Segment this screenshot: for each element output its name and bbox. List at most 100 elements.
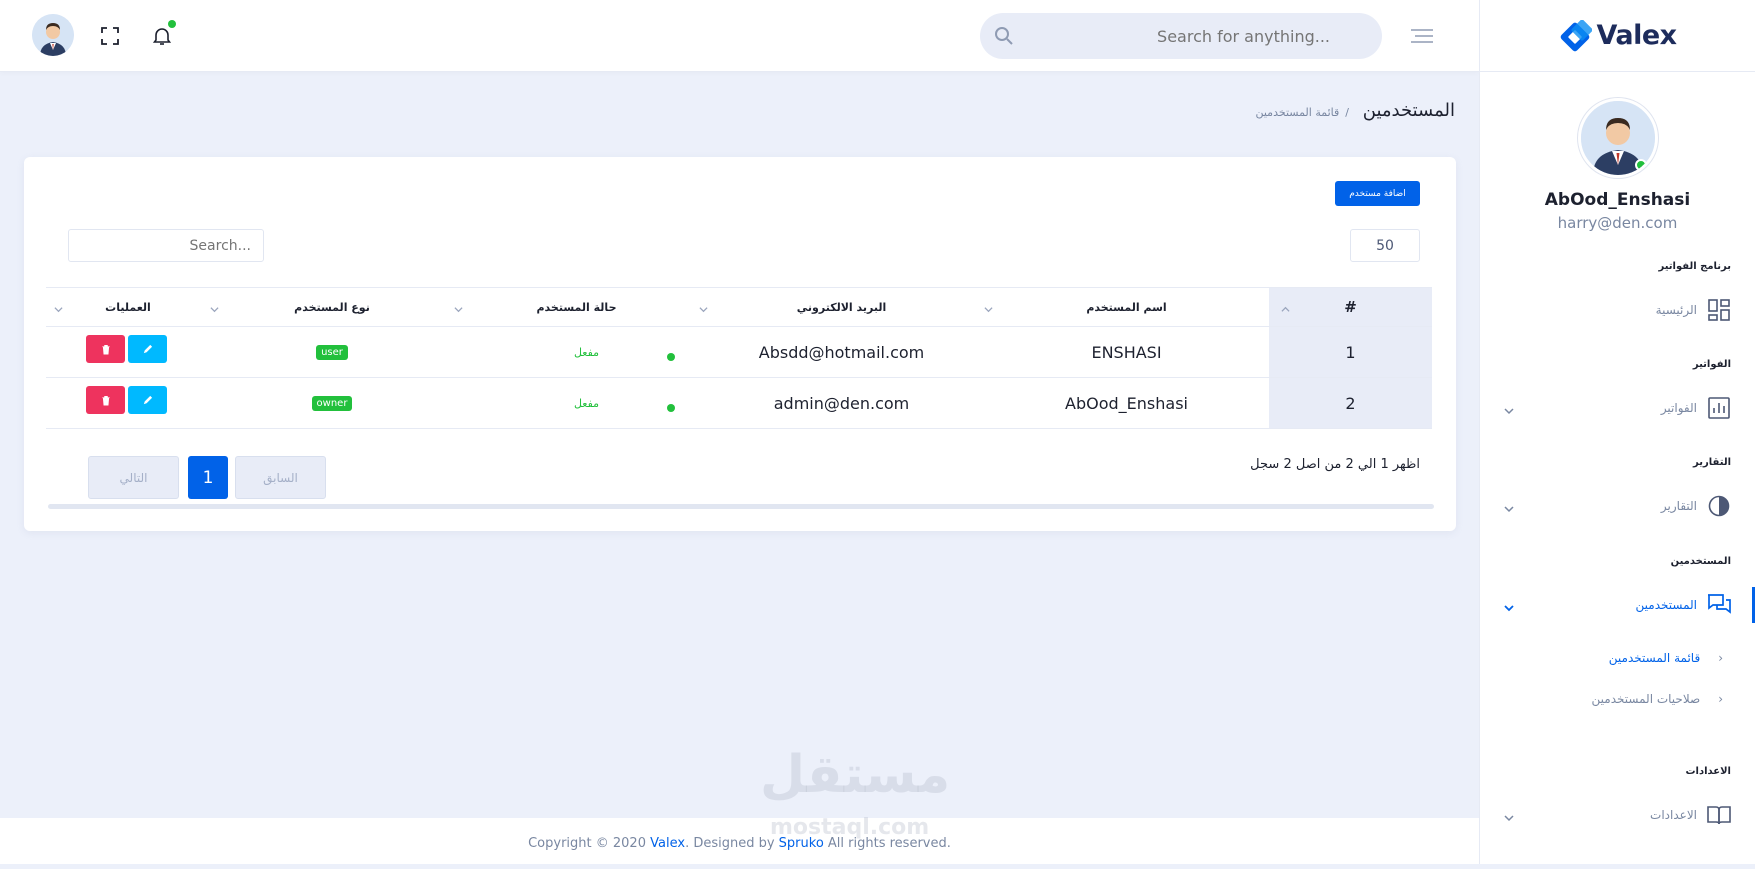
nav-category-invoices: الفواتير — [1692, 359, 1731, 370]
status-label: مفعل — [573, 345, 600, 359]
nav-label-home: الرئيسية — [1655, 303, 1697, 317]
breadcrumb: / قائمة المستخدمين — [1255, 106, 1349, 119]
edit-button[interactable] — [128, 386, 167, 414]
column-header-type-label: نوع المستخدم — [294, 300, 370, 314]
nav-item-home[interactable]: الرئيسية — [1479, 290, 1755, 330]
brand-name: Valex — [1596, 20, 1677, 51]
chevron-down-icon — [210, 304, 219, 313]
nav-item-users[interactable]: المستخدمين — [1479, 585, 1755, 625]
nav-label-reports: التقارير — [1660, 499, 1697, 513]
menu-icon[interactable] — [1411, 28, 1433, 44]
trash-icon — [101, 395, 110, 405]
global-search-input[interactable] — [1030, 13, 1330, 59]
users-table: # اسم المستخدم البريد الالكتروني حالة ال… — [46, 287, 1432, 429]
breadcrumb-current[interactable]: قائمة المستخدمين — [1255, 106, 1339, 119]
column-header-type[interactable]: نوع المستخدم — [210, 288, 454, 326]
column-header-index[interactable]: # — [1269, 288, 1432, 326]
dashboard-icon — [1707, 298, 1731, 322]
chat-icon — [1707, 593, 1731, 617]
column-header-status[interactable]: حالة المستخدم — [454, 288, 699, 326]
online-indicator — [1634, 159, 1647, 171]
cell-email: admin@den.com — [773, 393, 910, 413]
pencil-icon — [143, 395, 153, 404]
cell-status: مفعل — [454, 327, 699, 377]
breadcrumb-separator: / — [1345, 106, 1349, 119]
table-search-input[interactable] — [68, 229, 264, 262]
edit-button[interactable] — [128, 335, 167, 363]
fullscreen-icon[interactable] — [98, 24, 122, 48]
sub-item-users-list-label: قائمة المستخدمين — [1608, 651, 1701, 665]
trash-icon — [101, 344, 110, 354]
column-header-name[interactable]: اسم المستخدم — [984, 288, 1269, 326]
table-horizontal-scrollbar[interactable] — [48, 504, 1434, 509]
header-avatar[interactable] — [32, 14, 74, 56]
column-header-email-label: البريد الالكتروني — [796, 300, 887, 314]
brand-logo[interactable]: Valex — [1480, 0, 1755, 72]
delete-button[interactable] — [86, 335, 125, 363]
user-type-badge: owner — [311, 395, 353, 411]
status-label: مفعل — [573, 396, 600, 410]
nav-label-users: المستخدمين — [1635, 598, 1697, 612]
nav-item-reports[interactable]: التقارير — [1479, 486, 1755, 526]
users-card: اضافة مستخدم # اسم المستخدم البريد الالك… — [24, 157, 1456, 531]
column-header-actions-label: العمليات — [105, 300, 151, 314]
profile-avatar[interactable] — [1577, 98, 1658, 178]
chevron-down-icon — [1503, 402, 1515, 415]
cell-type: owner — [210, 378, 454, 428]
delete-button[interactable] — [86, 386, 125, 414]
cell-index: 2 — [1269, 378, 1432, 428]
chevron-down-icon — [1503, 500, 1515, 513]
page-length-select[interactable] — [1350, 229, 1420, 262]
chevron-down-icon — [1503, 599, 1515, 612]
nav-category-reports: التقارير — [1693, 457, 1731, 468]
cell-name: AbOod_Enshasi — [1065, 393, 1188, 413]
cell-actions — [46, 378, 210, 428]
sub-item-users-permissions[interactable]: › صلاحيات المستخدمين — [1592, 692, 1723, 706]
watermark-url: mostaql.com — [770, 815, 930, 840]
nav-category-users: المستخدمين — [1670, 556, 1731, 567]
add-user-button[interactable]: اضافة مستخدم — [1335, 181, 1420, 206]
pagination-next[interactable]: التالي — [88, 456, 179, 499]
page-title: المستخدمين — [1362, 100, 1455, 121]
footer-designed-by: . Designed by — [685, 835, 779, 851]
column-header-email[interactable]: البريد الالكتروني — [699, 288, 984, 326]
cell-index: 1 — [1269, 327, 1432, 377]
user-type-badge: user — [316, 344, 348, 360]
top-header — [0, 0, 1479, 72]
search-icon — [994, 26, 1014, 46]
cell-email: Absdd@hotmail.com — [758, 342, 925, 362]
nav-label-invoices: الفواتير — [1660, 401, 1697, 415]
logo-mark-icon — [1558, 19, 1593, 52]
column-header-status-label: حالة المستخدم — [536, 300, 617, 314]
footer-brand-link[interactable]: Valex — [650, 836, 685, 851]
profile-email: harry@den.com — [1557, 214, 1678, 232]
table-header-row: # اسم المستخدم البريد الالكتروني حالة ال… — [46, 287, 1432, 327]
footer-copyright: Copyright © 2020 — [528, 835, 651, 851]
table-row: 1 ENSHASI Absdd@hotmail.com مفعل user — [46, 327, 1432, 378]
pagination-page-1[interactable]: 1 — [188, 456, 228, 499]
sidebar-profile: AbOod_Enshasi harry@den.com — [1480, 72, 1755, 232]
nav-item-settings[interactable]: الاعدادات — [1479, 795, 1755, 835]
nav-category-app: برنامج الفواتير — [1658, 261, 1732, 272]
chevron-down-icon — [699, 304, 708, 313]
book-icon — [1707, 803, 1731, 827]
pencil-icon — [143, 344, 153, 353]
global-search[interactable] — [980, 13, 1382, 59]
chevron-up-icon — [1281, 304, 1290, 313]
sub-item-users-list[interactable]: › قائمة المستخدمين — [1609, 651, 1723, 665]
nav-category-settings: الاعدادات — [1685, 766, 1731, 777]
half-circle-icon — [1707, 494, 1731, 518]
pagination-prev[interactable]: السابق — [235, 456, 326, 499]
column-header-actions[interactable]: العمليات — [46, 288, 210, 326]
table-info: اظهر 1 الي 2 من اصل 2 سجل — [1250, 457, 1420, 472]
notification-dot — [168, 20, 176, 28]
column-header-index-label: # — [1344, 298, 1357, 316]
status-dot — [667, 353, 675, 361]
cell-status: مفعل — [454, 378, 699, 428]
cell-actions — [46, 327, 210, 377]
chart-icon — [1707, 396, 1731, 420]
nav-item-invoices[interactable]: الفواتير — [1479, 388, 1755, 428]
status-dot — [667, 404, 675, 412]
watermark-logo: مستقل — [760, 745, 951, 805]
profile-name: AbOod_Enshasi — [1544, 190, 1691, 210]
